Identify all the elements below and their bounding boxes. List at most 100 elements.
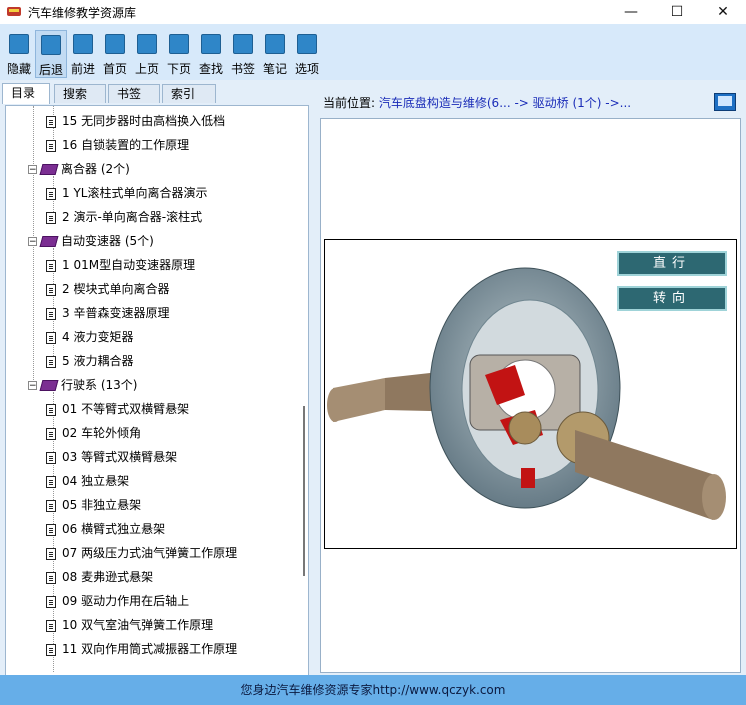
document-icon <box>46 187 56 200</box>
tree-item[interactable]: 09 驱动力作用在后轴上 <box>46 590 189 612</box>
document-icon <box>46 283 56 296</box>
document-icon <box>46 115 56 128</box>
tree-item[interactable]: 01 不等臂式双横臂悬架 <box>46 398 189 420</box>
tree-item[interactable]: 10 双气室油气弹簧工作原理 <box>46 614 213 636</box>
document-icon <box>46 403 56 416</box>
tree-item-label: 2 楔块式单向离合器 <box>62 282 170 296</box>
tree-item[interactable]: 16 自锁装置的工作原理 <box>46 134 189 156</box>
note-icon <box>265 34 285 54</box>
tree-item-label: 1 01M型自动变速器原理 <box>62 258 196 272</box>
tree-item[interactable]: 2 楔块式单向离合器 <box>46 278 169 300</box>
tree-item[interactable]: 03 等臂式双横臂悬架 <box>46 446 177 468</box>
tree-item-label: 15 无同步器时由高档换入低档 <box>62 114 226 128</box>
tree-folder-label: 行驶系 (13个) <box>61 378 138 392</box>
tree-item-label: 07 两级压力式油气弹簧工作原理 <box>62 546 238 560</box>
vertical-scrollbar[interactable] <box>303 406 305 576</box>
window-title: 汽车维修教学资源库 <box>28 6 137 20</box>
straight-button[interactable]: 直行 <box>617 251 727 276</box>
book-icon <box>39 236 59 247</box>
document-icon <box>46 547 56 560</box>
tree-folder[interactable]: − 行驶系 (13个) <box>28 374 137 396</box>
tree-folder-label: 自动变速器 (5个) <box>61 234 154 248</box>
document-icon <box>46 211 56 224</box>
document-icon <box>46 475 56 488</box>
tree-item-label: 06 横臂式独立悬架 <box>62 522 166 536</box>
tab-contents[interactable]: 目录 <box>2 83 50 104</box>
document-icon <box>46 499 56 512</box>
right-axle-shaft <box>575 430 715 520</box>
tree-item[interactable]: 2 演示-单向离合器-滚柱式 <box>46 206 202 228</box>
navigation-panel: 目录 搜索 书签 索引 15 无同步器时由高档换入低档 16 自锁装置的工作原理… <box>0 80 314 687</box>
minimize-button[interactable]: — <box>608 0 654 24</box>
document-icon <box>46 643 56 656</box>
collapse-icon[interactable]: − <box>28 381 37 391</box>
tree-item-label: 5 液力耦合器 <box>62 354 134 368</box>
tree-item[interactable]: 06 横臂式独立悬架 <box>46 518 165 540</box>
document-icon <box>46 595 56 608</box>
hide-icon <box>9 34 29 54</box>
options-icon <box>297 34 317 54</box>
tree-item[interactable]: 1 YL滚柱式单向离合器演示 <box>46 182 207 204</box>
nav-tabs: 目录 搜索 书签 索引 <box>0 83 314 104</box>
book-icon <box>39 164 59 175</box>
tree-item-label: 10 双气室油气弹簧工作原理 <box>62 618 214 632</box>
collapse-icon[interactable]: − <box>28 165 37 175</box>
tree-folder[interactable]: − 自动变速器 (5个) <box>28 230 154 252</box>
collapse-icon[interactable]: − <box>28 237 37 247</box>
options-label: 选项 <box>294 62 319 76</box>
content-area: 直行 转向 <box>320 118 741 673</box>
breadcrumb-label: 当前位置: <box>323 96 376 110</box>
document-icon <box>46 427 56 440</box>
status-bar: 您身边汽车维修资源专家http://www.qczyk.com <box>0 675 746 705</box>
document-icon <box>46 451 56 464</box>
content-panel: 当前位置: 汽车底盘构造与维修(6... -> 驱动桥 (1个) ->... 直… <box>314 80 746 675</box>
tree-item[interactable]: 04 独立悬架 <box>46 470 129 492</box>
document-icon <box>46 619 56 632</box>
document-icon <box>46 331 56 344</box>
tree-item[interactable]: 15 无同步器时由高档换入低档 <box>46 110 225 132</box>
monitor-icon[interactable] <box>714 93 736 111</box>
tree-item[interactable]: 4 液力变矩器 <box>46 326 133 348</box>
bookmark-icon <box>233 34 253 54</box>
tree-item[interactable]: 07 两级压力式油气弹簧工作原理 <box>46 542 237 564</box>
tree-item[interactable]: 1 01M型自动变速器原理 <box>46 254 195 276</box>
home-icon <box>105 34 125 54</box>
tree-item-label: 2 演示-单向离合器-滚柱式 <box>62 210 203 224</box>
tree-folder[interactable]: − 离合器 (2个) <box>28 158 130 180</box>
tree-item[interactable]: 05 非独立悬架 <box>46 494 141 516</box>
maximize-button[interactable]: ☐ <box>654 0 700 24</box>
tree-item[interactable]: 5 液力耦合器 <box>46 350 133 372</box>
tree-item-label: 04 独立悬架 <box>62 474 130 488</box>
app-icon <box>7 7 21 16</box>
document-icon <box>46 259 56 272</box>
tree-item-label: 11 双向作用筒式减振器工作原理 <box>62 642 238 656</box>
tree-item[interactable]: 08 麦弗逊式悬架 <box>46 566 153 588</box>
tree-item-label: 1 YL滚柱式单向离合器演示 <box>62 186 208 200</box>
document-icon <box>46 355 56 368</box>
title-bar: 汽车维修教学资源库 — ☐ ✕ <box>0 0 746 24</box>
tree-item[interactable]: 11 双向作用筒式减振器工作原理 <box>46 638 237 660</box>
close-button[interactable]: ✕ <box>700 0 746 24</box>
tree-item[interactable]: 3 辛普森变速器原理 <box>46 302 169 324</box>
search-icon <box>201 34 221 54</box>
tree-item-label: 4 液力变矩器 <box>62 330 134 344</box>
right-arrow-icon <box>169 34 189 54</box>
tree-item-label: 3 辛普森变速器原理 <box>62 306 170 320</box>
tree-item-label: 08 麦弗逊式悬架 <box>62 570 154 584</box>
back-arrow-icon <box>41 35 61 55</box>
tab-bookmarks[interactable]: 书签 <box>108 84 160 103</box>
tree-folder-label: 离合器 (2个) <box>61 162 130 176</box>
left-arrow-icon <box>137 34 157 54</box>
tab-index[interactable]: 索引 <box>162 84 216 103</box>
options-button[interactable]: 选项 <box>291 30 323 78</box>
tab-search[interactable]: 搜索 <box>54 84 106 103</box>
contents-tree: 15 无同步器时由高档换入低档 16 自锁装置的工作原理 − 离合器 (2个) 1… <box>5 105 309 687</box>
document-icon <box>46 571 56 584</box>
document-icon <box>46 139 56 152</box>
tree-item-label: 02 车轮外倾角 <box>62 426 142 440</box>
breadcrumb-path[interactable]: 汽车底盘构造与维修(6... -> 驱动桥 (1个) ->... <box>379 96 631 110</box>
document-icon <box>46 523 56 536</box>
tree-item[interactable]: 02 车轮外倾角 <box>46 422 141 444</box>
tree-item-label: 01 不等臂式双横臂悬架 <box>62 402 190 416</box>
turn-button[interactable]: 转向 <box>617 286 727 311</box>
